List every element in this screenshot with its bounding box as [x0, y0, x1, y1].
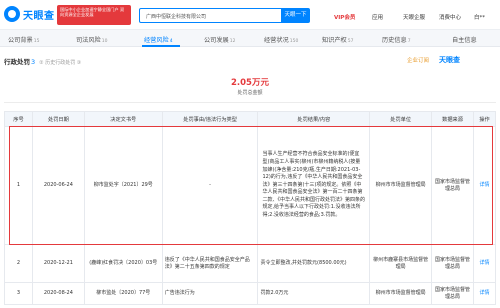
tab-background[interactable]: 公司背景15	[8, 35, 39, 44]
col-action: 操作	[472, 111, 497, 127]
search-input[interactable]: 广西中恒联企科技有限公司	[139, 8, 282, 23]
active-tab-indicator	[142, 45, 180, 47]
divider	[4, 102, 496, 103]
tab-operating-risk[interactable]: 经营风险4	[144, 35, 173, 44]
search-button[interactable]: 天眼一下	[281, 8, 310, 23]
promo-banner[interactable]: 国际中小企业加速宁静全国门户 双向资源全企业发展	[57, 5, 131, 25]
tab-legal-risk[interactable]: 司法风险10	[76, 35, 107, 44]
detail-link[interactable]: 详情	[472, 126, 497, 245]
tab-operating-status[interactable]: 经营状况150	[264, 35, 298, 44]
table-row: 2 2020-12-21 (鹿峰)红食罚决〔2020〕03号 违反了《中华人民共…	[4, 244, 497, 283]
col-index: 序号	[4, 111, 33, 127]
tab-ip[interactable]: 知识产权57	[322, 35, 353, 44]
table-header-row: 序号 处罚日期 决定文书号 处罚事由/违法行为类型 处罚结果/内容 处罚单位 数…	[4, 111, 497, 127]
col-source: 数据来源	[431, 111, 474, 127]
detail-link[interactable]: 详情	[472, 282, 497, 305]
penalty-total-label: 处罚总金额	[237, 90, 263, 96]
logo-text: 天眼查	[23, 10, 55, 22]
col-doc-no: 决定文书号	[83, 111, 163, 127]
history-hint[interactable]: ② 历史行政处罚 ③	[39, 60, 81, 66]
subscribe-link[interactable]: 企业订阅	[407, 56, 429, 64]
logo[interactable]: 天眼查	[4, 6, 55, 22]
section-tabs: 公司背景15 司法风险10 经营风险4 公司发展12 经营状况150 知识产权5…	[0, 30, 500, 47]
tab-history[interactable]: 历史信息7	[382, 35, 411, 44]
nav-apps[interactable]: 应用	[372, 13, 383, 21]
nav-user[interactable]: 白**	[474, 13, 485, 21]
tab-self-info[interactable]: 自主信息	[452, 35, 478, 44]
logo-icon	[4, 6, 20, 22]
col-reason: 处罚事由/违法行为类型	[161, 111, 259, 127]
tab-development[interactable]: 公司发展12	[204, 35, 235, 44]
nav-consumption[interactable]: 消费中心	[439, 13, 461, 21]
penalty-table: 序号 处罚日期 决定文书号 处罚事由/违法行为类型 处罚结果/内容 处罚单位 数…	[4, 111, 497, 305]
nav-services[interactable]: 天眼企服	[403, 13, 425, 21]
col-result: 处罚结果/内容	[257, 111, 371, 127]
section-title: 行政处罚3 ② 历史行政处罚 ③	[4, 58, 82, 66]
col-date: 处罚日期	[31, 111, 85, 127]
col-unit: 处罚单位	[369, 111, 433, 127]
detail-link[interactable]: 详情	[472, 244, 497, 283]
brand-mark: 天眼查	[439, 56, 460, 64]
nav-vip[interactable]: VIP会员	[334, 13, 355, 21]
table-row: 3 2020-08-24 柳市监处〔2020〕77号 广告违法行为 罚款2.0万…	[4, 282, 497, 305]
top-bar: 天眼查 国际中小企业加速宁静全国门户 双向资源全企业发展 广西中恒联企科技有限公…	[0, 0, 500, 30]
penalty-total-amount: 2.05万元	[231, 78, 269, 88]
table-row: 1 2020-06-24 柳市监处字〔2021〕29号 - 当事人生产经营不符合…	[4, 126, 497, 245]
